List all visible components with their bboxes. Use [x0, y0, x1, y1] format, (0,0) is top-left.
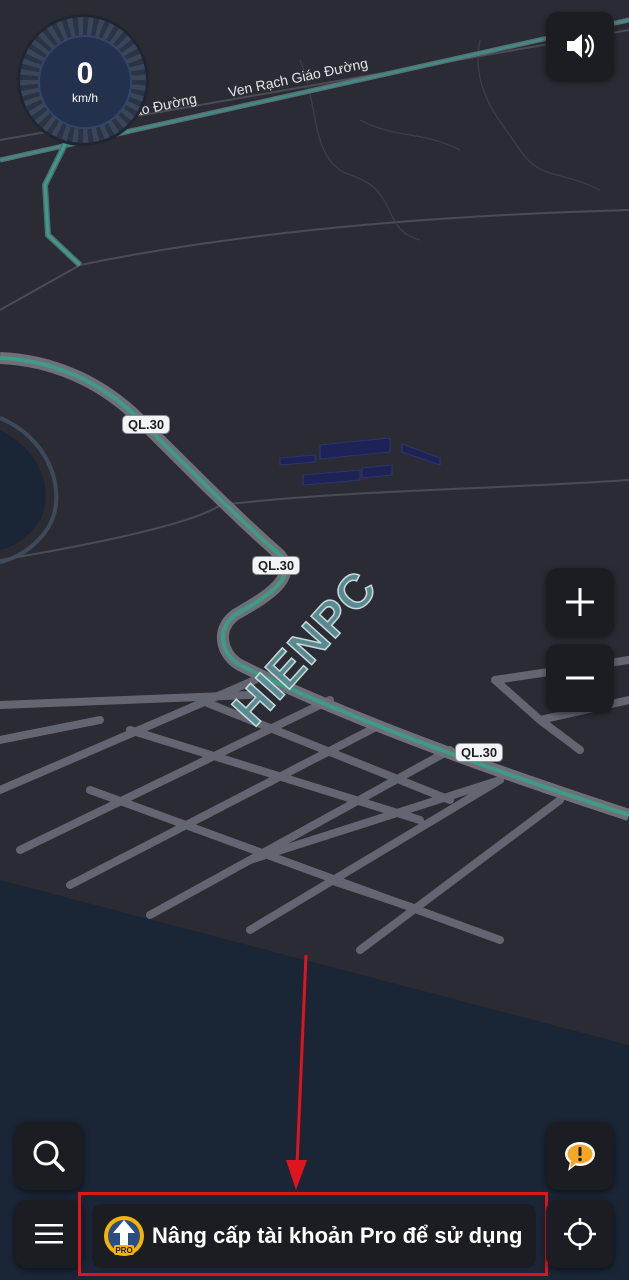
speed-value: 0 — [76, 57, 94, 90]
locate-button[interactable] — [546, 1200, 614, 1268]
plus-icon — [566, 588, 594, 616]
speedometer: 0 km/h — [17, 14, 149, 146]
map-screen: Ven Rạch Giáo Đường Giáo Đường QL.30 QL.… — [0, 0, 629, 1280]
zoom-out-button[interactable] — [546, 644, 614, 712]
crosshair-icon — [564, 1218, 596, 1250]
hamburger-menu-icon — [35, 1224, 63, 1244]
highlight-box — [78, 1192, 548, 1276]
speedometer-dial: 0 km/h — [38, 35, 132, 129]
report-button[interactable] — [546, 1122, 614, 1190]
speed-unit: km/h — [71, 91, 98, 105]
buildings — [279, 437, 441, 486]
zoom-in-button[interactable] — [546, 568, 614, 636]
sound-button[interactable] — [546, 12, 614, 80]
minus-icon — [566, 676, 594, 680]
search-icon — [33, 1140, 65, 1172]
route-shield: QL.30 — [122, 415, 171, 434]
search-button[interactable] — [15, 1122, 83, 1190]
route-shield: QL.30 — [455, 743, 504, 762]
route-shield: QL.30 — [252, 556, 301, 575]
speaker-volume-icon — [567, 34, 594, 58]
chat-alert-icon — [565, 1142, 595, 1171]
menu-button[interactable] — [15, 1200, 83, 1268]
